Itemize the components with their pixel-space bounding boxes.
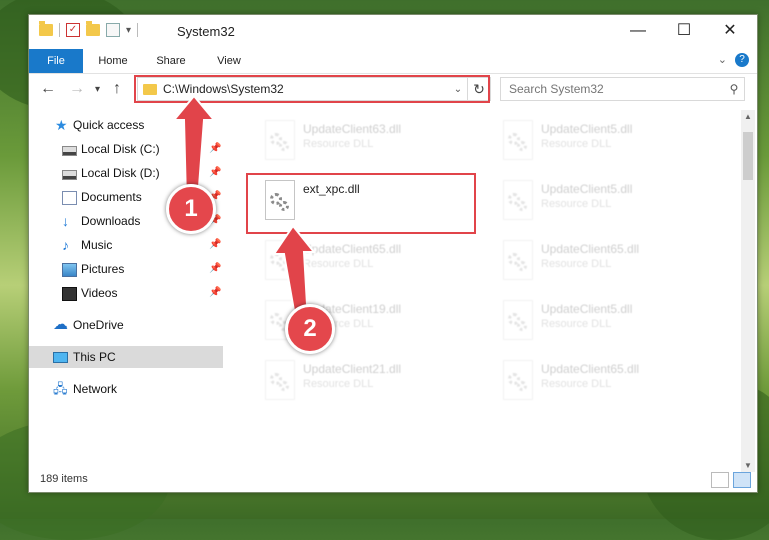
callout-2: 2	[285, 304, 335, 354]
callout-1: 1	[166, 184, 216, 234]
annotation-arrows	[171, 94, 317, 323]
